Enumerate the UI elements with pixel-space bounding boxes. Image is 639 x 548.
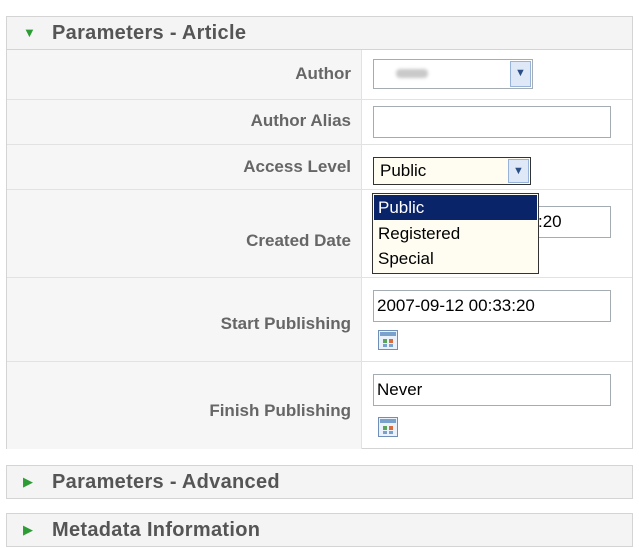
access-level-option-registered[interactable]: Registered xyxy=(374,221,537,246)
article-panel-title: Parameters - Article xyxy=(52,22,247,44)
author-name-blurred xyxy=(396,69,428,78)
access-level-selected-value: Public xyxy=(380,161,427,180)
metadata-panel-title: Metadata Information xyxy=(52,519,261,541)
created-date-label-cell: Created Date xyxy=(7,190,362,277)
calendar-icon[interactable] xyxy=(378,330,398,350)
author-alias-row: Author Alias xyxy=(7,100,632,145)
advanced-panel-title: Parameters - Advanced xyxy=(52,471,280,493)
start-publishing-label: Start Publishing xyxy=(220,314,351,333)
metadata-panel-header[interactable]: ▶ Metadata Information xyxy=(6,513,633,547)
access-level-option-special[interactable]: Special xyxy=(374,246,537,271)
access-level-label: Access Level xyxy=(243,157,351,176)
author-label-cell: Author xyxy=(7,50,362,99)
access-level-option-public[interactable]: Public xyxy=(374,195,537,220)
finish-publishing-label: Finish Publishing xyxy=(209,401,351,420)
triangle-right-icon: ▶ xyxy=(23,522,33,537)
start-publishing-input[interactable]: 2007-09-12 00:33:20 xyxy=(373,290,611,322)
article-panel-header[interactable]: ▼ Parameters - Article xyxy=(6,16,633,50)
start-publishing-row: Start Publishing 2007-09-12 00:33:20 xyxy=(7,278,632,362)
author-row: Author ▼ xyxy=(7,50,632,100)
access-level-select[interactable]: Public ▼ xyxy=(373,157,531,185)
advanced-panel-header[interactable]: ▶ Parameters - Advanced xyxy=(6,465,633,499)
author-alias-label-cell: Author Alias xyxy=(7,100,362,144)
access-level-label-cell: Access Level xyxy=(7,145,362,189)
created-date-label: Created Date xyxy=(246,231,351,250)
chevron-down-icon[interactable]: ▼ xyxy=(510,61,531,87)
finish-publishing-row: Finish Publishing Never xyxy=(7,362,632,449)
author-label: Author xyxy=(295,64,351,83)
triangle-down-icon: ▼ xyxy=(23,25,36,40)
start-publishing-label-cell: Start Publishing xyxy=(7,278,362,361)
triangle-right-icon: ▶ xyxy=(23,474,33,489)
author-select[interactable]: ▼ xyxy=(373,59,533,89)
access-level-row: Access Level Public ▼ xyxy=(7,145,632,190)
finish-publishing-input[interactable]: Never xyxy=(373,374,611,406)
chevron-down-icon[interactable]: ▼ xyxy=(508,159,529,183)
created-date-value: :20 xyxy=(538,212,562,231)
calendar-icon[interactable] xyxy=(378,417,398,437)
access-level-dropdown-list: Public Registered Special xyxy=(372,193,539,274)
finish-publishing-label-cell: Finish Publishing xyxy=(7,362,362,449)
author-alias-label: Author Alias xyxy=(250,111,351,130)
author-alias-input[interactable] xyxy=(373,106,611,138)
